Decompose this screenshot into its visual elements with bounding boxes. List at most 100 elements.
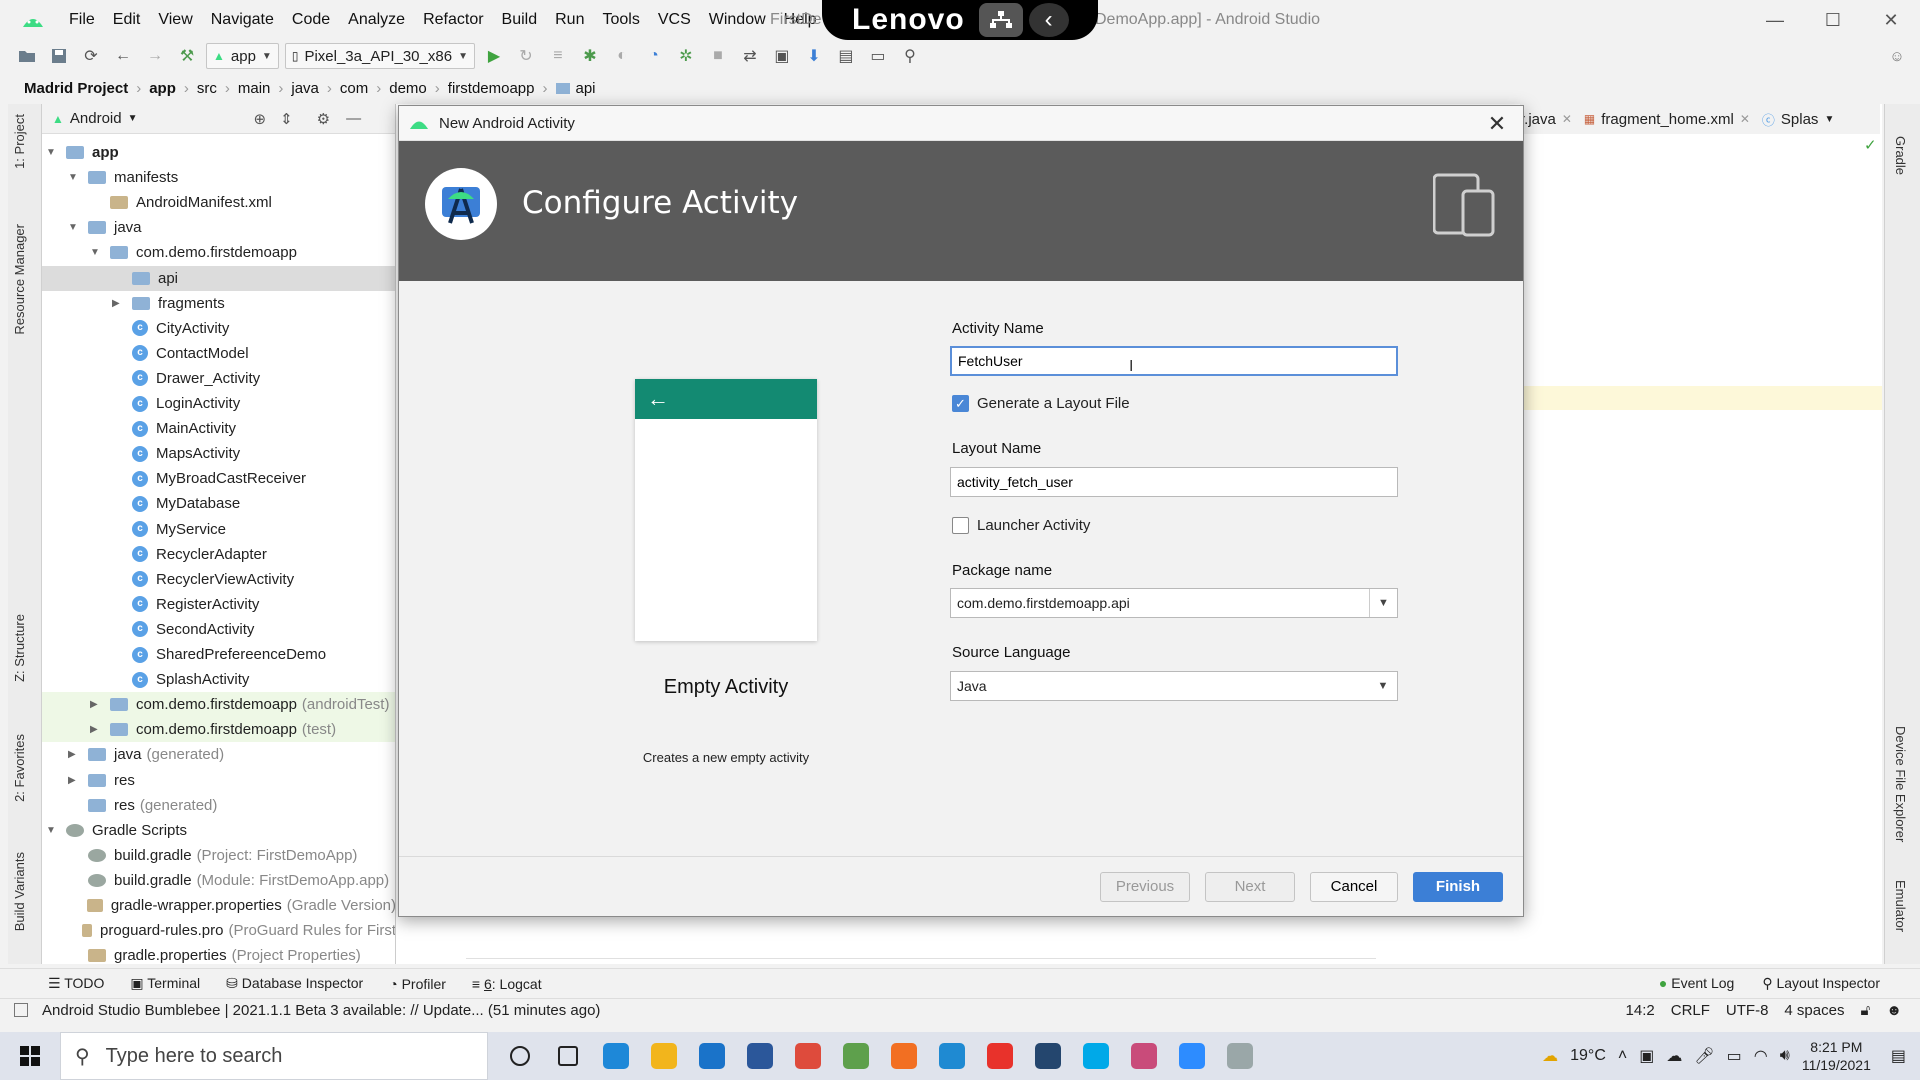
- breadcrumb-src[interactable]: src: [197, 80, 217, 97]
- menu-navigate[interactable]: Navigate: [202, 0, 283, 40]
- open-folder-icon[interactable]: [14, 43, 40, 69]
- close-icon[interactable]: ✕: [1483, 110, 1511, 138]
- tree-item[interactable]: AndroidManifest.xml: [42, 190, 395, 215]
- menu-code[interactable]: Code: [283, 0, 339, 40]
- tree-item[interactable]: ▼ app: [42, 140, 395, 165]
- close-tab-icon[interactable]: ✕: [1562, 112, 1572, 126]
- back-icon[interactable]: ←: [110, 43, 136, 69]
- tree-item[interactable]: ▶ java (generated): [42, 742, 395, 767]
- lock-icon[interactable]: 🔓︎: [1860, 1002, 1870, 1019]
- app-dark-icon[interactable]: [1024, 1032, 1072, 1080]
- tree-item[interactable]: c MyBroadCastReceiver: [42, 466, 395, 491]
- menu-view[interactable]: View: [149, 0, 201, 40]
- menu-refactor[interactable]: Refactor: [414, 0, 492, 40]
- terminal-tab[interactable]: ▣ Terminal: [130, 975, 200, 992]
- sync-gradle-icon[interactable]: ⇄: [737, 43, 763, 69]
- caret-position[interactable]: 14:2: [1626, 1002, 1655, 1019]
- cancel-button[interactable]: Cancel: [1310, 872, 1398, 902]
- file-encoding[interactable]: UTF-8: [1726, 1002, 1769, 1019]
- tree-item[interactable]: ▼ manifests: [42, 165, 395, 190]
- app-tool-icon[interactable]: [1216, 1032, 1264, 1080]
- editor-tab-java[interactable]: r.java ✕: [1520, 111, 1572, 128]
- layout-inspector-tab[interactable]: ⚲ Layout Inspector: [1762, 975, 1880, 992]
- chevron-right-icon[interactable]: ▶: [112, 291, 124, 316]
- breadcrumb-firstdemoapp[interactable]: firstdemoapp: [448, 80, 535, 97]
- layout-name-input[interactable]: [950, 467, 1398, 497]
- inspection-icon[interactable]: ☻: [1886, 1002, 1902, 1019]
- menu-vcs[interactable]: VCS: [649, 0, 700, 40]
- battery-icon[interactable]: ▭: [1727, 1046, 1742, 1066]
- device-file-explorer-tab[interactable]: Device File Explorer: [1893, 726, 1908, 842]
- layout-preview-icon[interactable]: ▭: [865, 43, 891, 69]
- wifi-icon[interactable]: ◠: [1754, 1046, 1768, 1066]
- menu-build[interactable]: Build: [493, 0, 547, 40]
- tree-item[interactable]: c LoginActivity: [42, 391, 395, 416]
- debug-icon[interactable]: ✱: [577, 43, 603, 69]
- anydesk-icon[interactable]: [976, 1032, 1024, 1080]
- vscode-icon[interactable]: [928, 1032, 976, 1080]
- chrome-icon[interactable]: [784, 1032, 832, 1080]
- status-square-icon[interactable]: [14, 1003, 28, 1017]
- app-green-icon[interactable]: [832, 1032, 880, 1080]
- task-view-icon[interactable]: [544, 1032, 592, 1080]
- tree-item[interactable]: ▼ com.demo.firstdemoapp: [42, 240, 395, 265]
- menu-edit[interactable]: Edit: [104, 0, 150, 40]
- chevron-right-icon[interactable]: ▶: [90, 717, 102, 742]
- tree-item[interactable]: res (generated): [42, 793, 395, 818]
- rerun-icon[interactable]: ↻: [513, 43, 539, 69]
- tree-item[interactable]: gradle-wrapper.properties (Gradle Version…: [42, 893, 395, 918]
- chevron-right-icon[interactable]: ▶: [90, 692, 102, 717]
- menu-run[interactable]: Run: [546, 0, 593, 40]
- breadcrumb-java[interactable]: java: [291, 80, 319, 97]
- tree-item[interactable]: proguard-rules.pro (ProGuard Rules for Fi…: [42, 918, 395, 943]
- coverage-icon[interactable]: ≡: [545, 43, 571, 69]
- maximize-icon[interactable]: ☐: [1804, 0, 1862, 40]
- tree-item[interactable]: c SecondActivity: [42, 617, 395, 642]
- stop-icon[interactable]: ■: [705, 43, 731, 69]
- breadcrumb-api[interactable]: api: [576, 80, 596, 97]
- chevron-down-icon[interactable]: ▼: [1369, 589, 1397, 617]
- close-tab-icon[interactable]: ✕: [1740, 112, 1750, 126]
- microphone-icon[interactable]: 🎤︎: [1694, 1046, 1714, 1066]
- device-select[interactable]: ▯ Pixel_3a_API_30_x86 ▼: [284, 43, 475, 69]
- editor-tab-fragment-home[interactable]: ▦ fragment_home.xml ✕: [1584, 111, 1750, 128]
- database-inspector-tab[interactable]: ⛁ Database Inspector: [226, 975, 363, 992]
- file-explorer-icon[interactable]: [640, 1032, 688, 1080]
- logcat-tab[interactable]: ≡ 6: Logcat: [472, 976, 542, 992]
- tree-item[interactable]: c RecyclerAdapter: [42, 542, 395, 567]
- tree-item[interactable]: ▼ Gradle Scripts: [42, 818, 395, 843]
- chevron-right-icon[interactable]: ▶: [68, 742, 80, 767]
- structure-tab[interactable]: Z: Structure: [12, 614, 27, 682]
- avd-manager-icon[interactable]: ▣: [769, 43, 795, 69]
- collapse-all-icon[interactable]: ⇕: [280, 110, 293, 128]
- build-hammer-icon[interactable]: ⚒: [174, 43, 200, 69]
- tree-item[interactable]: c RegisterActivity: [42, 592, 395, 617]
- attach-debugger-icon[interactable]: ✲: [673, 43, 699, 69]
- chevron-down-icon[interactable]: ▼: [46, 140, 58, 165]
- indent-setting[interactable]: 4 spaces: [1784, 1002, 1844, 1019]
- emulator-tab[interactable]: Emulator: [1893, 880, 1908, 932]
- tree-item[interactable]: c SharedPrefereenceDemo: [42, 642, 395, 667]
- app-paint-icon[interactable]: [1120, 1032, 1168, 1080]
- gauge-icon[interactable]: ◔: [641, 43, 667, 69]
- app-orange-icon[interactable]: [880, 1032, 928, 1080]
- project-view-select[interactable]: Android: [70, 110, 122, 127]
- package-name-combo[interactable]: com.demo.firstdemoapp.api ▼: [950, 588, 1398, 618]
- favorites-tab[interactable]: 2: Favorites: [12, 734, 27, 802]
- chevron-down-icon[interactable]: ▼: [68, 215, 80, 240]
- finish-button[interactable]: Finish: [1413, 872, 1503, 902]
- overlay-network-icon[interactable]: [978, 3, 1023, 37]
- gear-icon[interactable]: ⚙: [317, 110, 330, 128]
- tree-item[interactable]: ▶ res: [42, 768, 395, 793]
- skype-icon[interactable]: [1072, 1032, 1120, 1080]
- chevron-down-icon[interactable]: ▼: [68, 165, 80, 190]
- mail-icon[interactable]: [688, 1032, 736, 1080]
- chevron-down-icon[interactable]: ▼: [46, 818, 58, 843]
- tree-item[interactable]: ▶ com.demo.firstdemoapp (test): [42, 717, 395, 743]
- windows-start-icon[interactable]: [0, 1032, 60, 1080]
- zoom-icon[interactable]: [1168, 1032, 1216, 1080]
- meet-now-icon[interactable]: ▣: [1639, 1046, 1654, 1066]
- clock[interactable]: 8:21 PM 11/19/2021: [1802, 1038, 1871, 1074]
- chevron-down-icon[interactable]: ▼: [90, 240, 102, 265]
- project-structure-icon[interactable]: ▤: [833, 43, 859, 69]
